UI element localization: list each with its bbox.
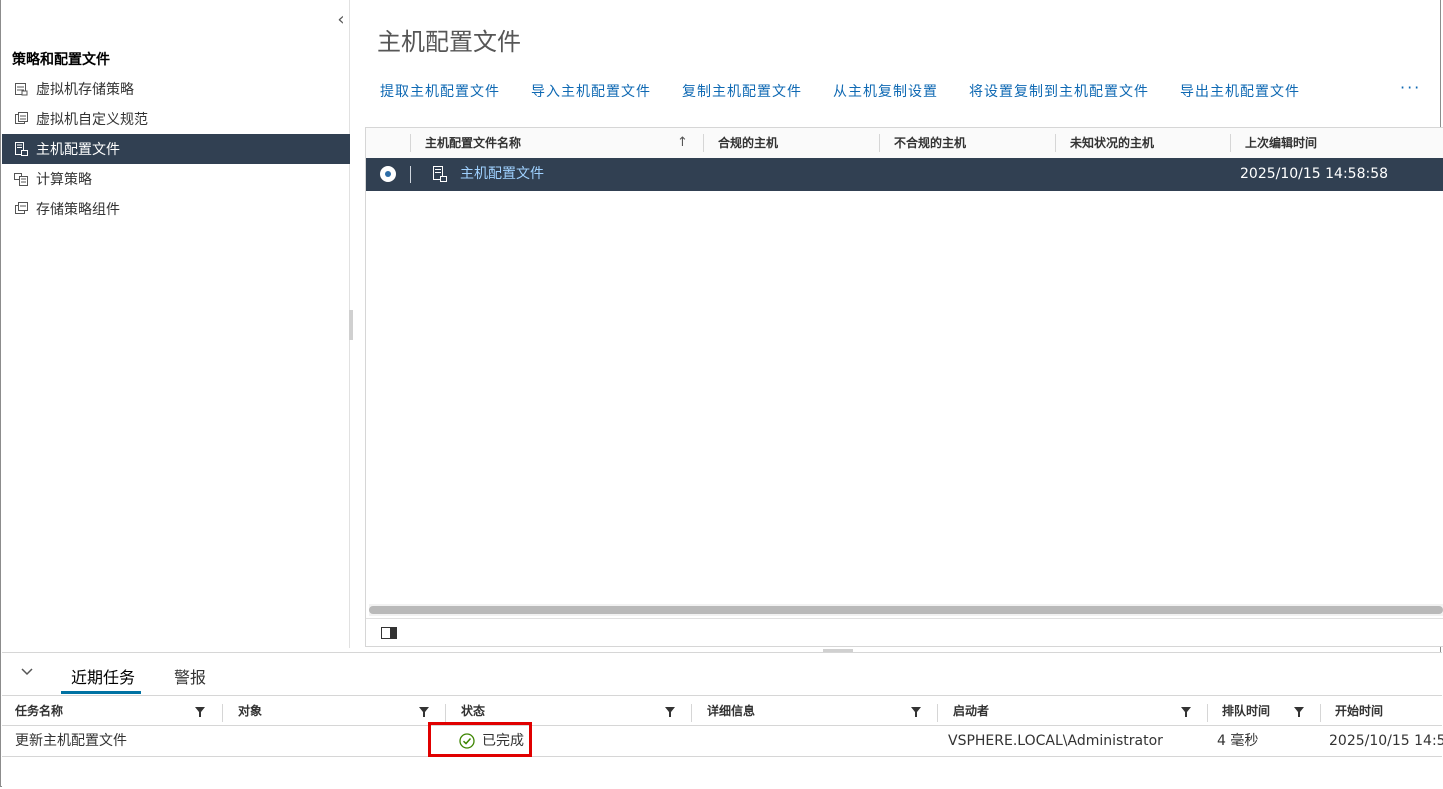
table-row[interactable]: 更新主机配置文件 已完成 VSPHERE.LOCAL\Administrator… [2,726,1443,757]
host-profiles-grid: 主机配置文件名称 ↑ 合规的主机 不合规的主机 未知状况的主机 上次编辑时间 主… [365,127,1443,647]
sort-ascending-icon[interactable]: ↑ [677,128,688,158]
horizontal-scrollbar[interactable] [369,604,1443,616]
collapse-sidebar-icon[interactable]: ‹ [334,10,348,30]
task-name-cell: 更新主机配置文件 [15,733,127,749]
column-header-name[interactable]: 主机配置文件名称 [410,134,521,152]
column-header-queued-time[interactable]: 排队时间 [1222,696,1270,726]
column-header-last-edited[interactable]: 上次编辑时间 [1230,134,1317,152]
row-divider [410,166,411,183]
scrollbar-thumb[interactable] [369,606,1443,614]
duplicate-host-profile-button[interactable]: 复制主机配置文件 [682,81,802,101]
sidebar-item-storage-policy-component[interactable]: 存储策略组件 [2,194,350,224]
storage-policy-icon [14,82,28,96]
column-header-noncompliant[interactable]: 不合规的主机 [879,134,966,152]
app-window: ‹ 策略和配置文件 虚拟机存储策略 虚拟机自定义规范 主机配置文件 计算策略 存… [0,0,1443,787]
filter-icon[interactable] [665,707,675,717]
grid-footer [366,618,1443,648]
copy-settings-to-host-profile-button[interactable]: 将设置复制到主机配置文件 [969,81,1149,101]
status-highlight-box [428,722,532,757]
sidebar: ‹ 策略和配置文件 虚拟机存储策略 虚拟机自定义规范 主机配置文件 计算策略 存… [2,0,350,648]
tab-recent-tasks[interactable]: 近期任务 [71,664,135,688]
sidebar-item-compute-policy[interactable]: 计算策略 [2,164,350,194]
column-header-compliant[interactable]: 合规的主机 [703,134,778,152]
sidebar-item-host-profiles[interactable]: 主机配置文件 [2,134,350,164]
storage-component-icon [14,202,28,216]
column-header-object[interactable]: 对象 [238,696,262,726]
toolbar: 提取主机配置文件 导入主机配置文件 复制主机配置文件 从主机复制设置 将设置复制… [380,81,1331,101]
column-divider [445,704,446,722]
column-divider [937,704,938,722]
sidebar-item-vm-storage-policy[interactable]: 虚拟机存储策略 [2,74,350,104]
task-start-cell: 2025/10/15 14:58 [1329,733,1443,749]
tasks-table-header: 任务名称 对象 状态 详细信息 启动者 排队时间 开始时间 [2,696,1442,726]
active-tab-indicator [61,691,141,694]
host-profile-icon [14,142,28,156]
sidebar-item-label: 虚拟机自定义规范 [36,112,148,128]
task-queued-cell: 4 毫秒 [1217,733,1259,749]
more-actions-icon[interactable]: ··· [1400,78,1421,97]
host-profile-icon [433,166,447,182]
filter-icon[interactable] [1294,707,1304,717]
column-header-unknown[interactable]: 未知状况的主机 [1055,134,1154,152]
compute-policy-icon [14,172,28,186]
sidebar-item-label: 主机配置文件 [36,142,120,158]
copy-settings-from-host-button[interactable]: 从主机复制设置 [833,81,938,101]
filter-icon[interactable] [1181,707,1191,717]
column-header-details[interactable]: 详细信息 [707,696,755,726]
main-content: 主机配置文件 提取主机配置文件 导入主机配置文件 复制主机配置文件 从主机复制设… [353,0,1443,648]
sidebar-item-label: 虚拟机存储策略 [36,82,134,98]
page-title: 主机配置文件 [377,28,521,56]
filter-icon[interactable] [195,707,205,717]
sidebar-heading: 策略和配置文件 [12,52,110,68]
filter-icon[interactable] [419,707,429,717]
sidebar-item-label: 存储策略组件 [36,202,120,218]
filter-icon[interactable] [911,707,921,717]
column-header-initiator[interactable]: 启动者 [953,696,989,726]
sidebar-list: 虚拟机存储策略 虚拟机自定义规范 主机配置文件 计算策略 存储策略组件 [2,74,350,224]
recent-tasks-panel: 近期任务 警报 任务名称 对象 状态 详细信息 启动者 排队时间 开始时间 更新… [2,652,1443,787]
column-header-task-name[interactable]: 任务名称 [15,696,63,726]
column-divider [222,704,223,722]
task-initiator-cell: VSPHERE.LOCAL\Administrator [948,733,1163,749]
host-profile-name-link[interactable]: 主机配置文件 [460,158,544,191]
tab-alarms[interactable]: 警报 [174,664,206,688]
export-host-profile-button[interactable]: 导出主机配置文件 [1180,81,1300,101]
row-select-radio[interactable] [380,166,396,182]
sidebar-item-label: 计算策略 [36,172,92,188]
column-divider [1320,704,1321,722]
column-header-start-time[interactable]: 开始时间 [1335,696,1383,726]
last-edited-cell: 2025/10/15 14:58:58 [1240,166,1389,182]
column-divider [691,704,692,722]
table-row[interactable]: 主机配置文件 2025/10/15 14:58:58 [366,158,1443,191]
extract-host-profile-button[interactable]: 提取主机配置文件 [380,81,500,101]
column-divider [1207,704,1208,722]
grid-header: 主机配置文件名称 ↑ 合规的主机 不合规的主机 未知状况的主机 上次编辑时间 [366,128,1443,159]
column-toggle-icon[interactable] [381,627,397,639]
sidebar-item-vm-customization-spec[interactable]: 虚拟机自定义规范 [2,104,350,134]
chevron-down-icon[interactable] [18,663,36,681]
customization-spec-icon [14,112,28,126]
import-host-profile-button[interactable]: 导入主机配置文件 [531,81,651,101]
